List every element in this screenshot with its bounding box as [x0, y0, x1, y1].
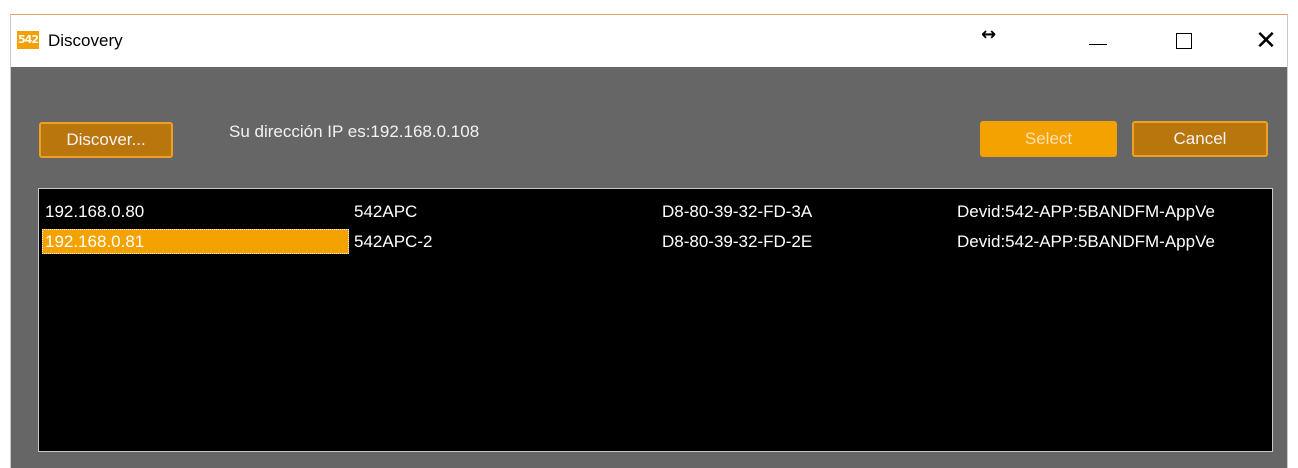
- device-id: Devid:542-APP:5BANDFM-AppVe: [957, 232, 1215, 251]
- cancel-button[interactable]: Cancel: [1132, 121, 1268, 157]
- device-name: 542APC-2: [354, 232, 433, 251]
- minimize-icon: [1089, 43, 1107, 45]
- discovery-window: 542 Discovery ↔ ✕ Discover... Su direcci…: [10, 14, 1288, 468]
- close-button[interactable]: ✕: [1243, 15, 1289, 67]
- device-row-selected[interactable]: 192.168.0.81 542APC-2 D8-80-39-32-FD-2E …: [39, 229, 1272, 254]
- resize-horizontal-icon: ↔: [981, 24, 997, 45]
- device-id: Devid:542-APP:5BANDFM-AppVe: [957, 202, 1215, 221]
- device-row[interactable]: 192.168.0.80 542APC D8-80-39-32-FD-3A De…: [39, 199, 1272, 224]
- device-ip: 192.168.0.80: [45, 202, 145, 221]
- device-mac: D8-80-39-32-FD-2E: [662, 232, 813, 251]
- app-logo-icon: 542: [17, 31, 39, 49]
- ip-address-label: Su dirección IP es:192.168.0.108: [229, 122, 480, 141]
- maximize-icon: [1176, 33, 1192, 49]
- maximize-button[interactable]: [1161, 15, 1207, 67]
- device-name: 542APC: [354, 202, 418, 221]
- title-bar[interactable]: 542 Discovery ↔ ✕: [11, 15, 1287, 67]
- select-button[interactable]: Select: [980, 121, 1117, 157]
- device-mac: D8-80-39-32-FD-3A: [662, 202, 813, 221]
- minimize-button[interactable]: [1075, 15, 1121, 67]
- device-ip: 192.168.0.81: [42, 229, 349, 254]
- close-icon: ✕: [1255, 26, 1277, 56]
- discover-button[interactable]: Discover...: [39, 122, 173, 158]
- window-title: Discovery: [48, 31, 123, 50]
- device-list[interactable]: 192.168.0.80 542APC D8-80-39-32-FD-3A De…: [38, 188, 1273, 452]
